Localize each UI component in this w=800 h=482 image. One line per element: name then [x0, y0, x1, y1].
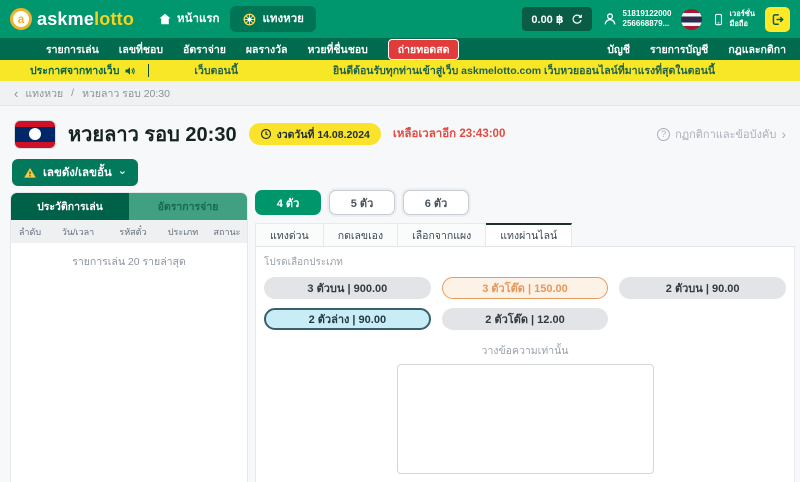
breadcrumb-separator: /	[71, 87, 74, 99]
refresh-icon[interactable]	[571, 13, 583, 25]
phone-icon	[712, 13, 725, 26]
history-table-header: ลำดับ วัน/เวลา รหัสตั๋ว ประเภท สถานะ	[11, 220, 247, 243]
history-tabs: ประวัติการเล่น อัตราการจ่าย	[11, 193, 247, 220]
announcement-label: ประกาศจากทางเว็บ	[0, 62, 148, 79]
user-number-1: 51819122000	[623, 9, 672, 19]
wheel-icon	[242, 12, 257, 27]
top-header: a askmelotto หน้าแรก แทงหวย 0.00 ฿	[0, 0, 800, 38]
nav-pay-rates[interactable]: อัตราจ่าย	[183, 41, 226, 58]
page: a askmelotto หน้าแรก แทงหวย 0.00 ฿	[0, 0, 800, 482]
tab-5-digits[interactable]: 5 ตัว	[329, 190, 395, 215]
col-order: ลำดับ	[11, 225, 49, 239]
balance-box[interactable]: 0.00 ฿	[522, 7, 591, 31]
warning-icon	[23, 166, 37, 180]
user-numbers: 51819122000 256668879...	[623, 9, 672, 29]
sub-nav-right: บัญชี รายการบัญชี กฎและกติกา	[607, 41, 786, 58]
nav-account[interactable]: บัญชี	[607, 41, 630, 58]
nav-results[interactable]: ผลรางวัล	[246, 41, 288, 58]
mobile-version-text: เวอร์ชั่น มือถือ	[729, 9, 755, 29]
logout-button[interactable]	[765, 7, 790, 32]
nav-favorite-lottos[interactable]: หวยที่ชื่นชอบ	[308, 41, 368, 58]
home-icon	[158, 12, 172, 26]
history-panel: ประวัติการเล่น อัตราการจ่าย ลำดับ วัน/เว…	[10, 192, 248, 482]
breadcrumb-back[interactable]: ‹ แทงหวย	[14, 85, 63, 102]
history-empty-text: รายการเล่น 20 รายล่าสุด	[11, 243, 247, 270]
bet-card: โปรดเลือกประเภท 3 ตัวบน | 900.00 3 ตัวโต…	[255, 247, 795, 482]
logo-text: askmelotto	[37, 9, 134, 30]
tab-play-history[interactable]: ประวัติการเล่น	[11, 193, 129, 220]
hot-numbers-button[interactable]: เลขดัง/เลขอั้น ⌄	[12, 159, 138, 186]
col-type: ประเภท	[159, 225, 207, 239]
sub-nav: รายการเล่น เลขที่ชอบ อัตราจ่าย ผลรางวัล …	[0, 38, 800, 60]
tab-payout-rate[interactable]: อัตราการจ่าย	[129, 193, 247, 220]
announcement-message: เว็บตอนนี้	[194, 62, 238, 79]
announcement-marquee: เว็บตอนนี้ ยินดีต้อนรับทุกท่านเข้าสู่เว็…	[149, 62, 800, 79]
question-icon: ?	[657, 128, 670, 141]
digit-tabs: 4 ตัว 5 ตัว 6 ตัว	[255, 190, 795, 215]
nav-bet-lottery[interactable]: แทงหวย	[230, 6, 316, 32]
breadcrumb-current: หวยลาว รอบ 20:30	[82, 85, 170, 102]
nav-home-label: หน้าแรก	[177, 10, 219, 28]
logout-icon	[770, 12, 785, 27]
mode-tabs: แทงด่วน กดเลขเอง เลือกจากแผง แทงผ่านไลน์	[255, 223, 795, 247]
lottery-title-row: หวยลาว รอบ 20:30 งวดวันที่ 14.08.2024 เห…	[14, 116, 786, 152]
countdown-timer: เหลือเวลาอีก 23:43:00	[393, 125, 505, 143]
col-status: สถานะ	[207, 225, 247, 239]
mobile-version-link[interactable]: เวอร์ชั่น มือถือ	[712, 9, 755, 29]
col-datetime: วัน/เวลา	[49, 225, 107, 239]
user-number-2: 256668879...	[623, 19, 672, 29]
bet-type-2-tode[interactable]: 2 ตัวโต๊ด | 12.00	[442, 308, 609, 330]
chevron-left-icon: ‹	[14, 87, 18, 100]
bet-type-3-top[interactable]: 3 ตัวบน | 900.00	[264, 277, 431, 299]
chevron-right-icon: ›	[781, 126, 786, 142]
tab-6-digits[interactable]: 6 ตัว	[403, 190, 469, 215]
nav-account-list[interactable]: รายการบัญชี	[650, 41, 708, 58]
bet-type-grid: 3 ตัวบน | 900.00 3 ตัวโต๊ด | 150.00 2 ตั…	[264, 277, 786, 330]
breadcrumb: ‹ แทงหวย / หวยลาว รอบ 20:30	[0, 81, 800, 106]
select-type-label: โปรดเลือกประเภท	[264, 255, 786, 270]
bet-panel: 4 ตัว 5 ตัว 6 ตัว แทงด่วน กดเลขเอง เลือก…	[255, 190, 795, 482]
bet-type-2-top[interactable]: 2 ตัวบน | 90.00	[619, 277, 786, 299]
bet-type-2-bottom[interactable]: 2 ตัวล่าง | 90.00	[264, 308, 431, 330]
nav-bet-label: แทงหวย	[263, 10, 304, 28]
logo[interactable]: a askmelotto	[10, 8, 134, 30]
nav-home[interactable]: หน้าแรก	[158, 10, 219, 28]
page-title: หวยลาว รอบ 20:30	[68, 118, 237, 150]
logo-icon: a	[10, 8, 32, 30]
tab-4-digits[interactable]: 4 ตัว	[255, 190, 321, 215]
nav-live-badge[interactable]: ถ่ายทอดสด	[388, 39, 460, 60]
paste-textarea[interactable]	[397, 364, 654, 474]
paste-text-label: วางข้อความเท่านั้น	[264, 342, 786, 359]
announcement-message: ยินดีต้อนรับทุกท่านเข้าสู่เว็บ askmelott…	[333, 62, 715, 79]
chevron-down-icon: ⌄	[118, 164, 127, 177]
user-account[interactable]: 51819122000 256668879...	[602, 9, 672, 29]
bet-type-3-tode[interactable]: 3 ตัวโต๊ด | 150.00	[442, 277, 609, 299]
thai-flag-icon[interactable]	[681, 9, 702, 30]
balance-amount: 0.00 ฿	[531, 13, 563, 26]
tab-enter-numbers[interactable]: กดเลขเอง	[324, 223, 398, 246]
tab-quick-bet[interactable]: แทงด่วน	[255, 223, 324, 246]
speaker-icon	[124, 65, 136, 77]
laos-flag-icon	[14, 120, 56, 149]
clock-icon	[260, 128, 272, 140]
col-ticket: รหัสตั๋ว	[107, 225, 159, 239]
rules-link[interactable]: ? กฏกติกาและข้อบังคับ ›	[657, 125, 786, 143]
tab-bet-via-line[interactable]: แทงผ่านไลน์	[486, 223, 572, 246]
announcement-bar: ประกาศจากทางเว็บ เว็บตอนนี้ ยินดีต้อนรับ…	[0, 60, 800, 81]
draw-date-badge: งวดวันที่ 14.08.2024	[249, 123, 381, 145]
nav-play-list[interactable]: รายการเล่น	[46, 41, 99, 58]
nav-favorite-numbers[interactable]: เลขที่ชอบ	[119, 41, 163, 58]
tab-choose-from-board[interactable]: เลือกจากแผง	[398, 223, 486, 246]
user-icon	[602, 11, 618, 27]
nav-rules[interactable]: กฎและกติกา	[728, 41, 786, 58]
